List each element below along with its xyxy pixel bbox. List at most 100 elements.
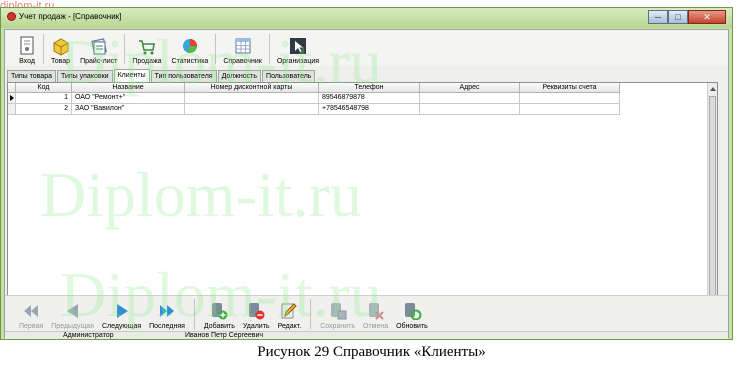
prev-record-label: Предыдущая (51, 323, 94, 330)
cursor-icon (289, 38, 306, 54)
toolbar-login-button[interactable]: Вход (13, 32, 41, 66)
toolbar-separator (215, 34, 217, 64)
scroll-thumb[interactable] (709, 96, 716, 296)
prev-record-icon (66, 304, 78, 318)
cancel-record-label: Отмена (362, 323, 389, 330)
tab-package-types[interactable]: Типы упаковки (57, 70, 113, 82)
close-button[interactable]: ✕ (688, 10, 726, 24)
minimize-button[interactable]: ─ (648, 10, 668, 24)
column-header[interactable]: Телефон (319, 83, 420, 93)
toolbar-organization-button[interactable]: Организация (272, 32, 324, 66)
next-record-button[interactable]: Следующая (98, 297, 145, 331)
clients-grid[interactable]: Код Название Номер дисконтной карты Теле… (7, 82, 718, 307)
add-record-button[interactable]: Добавить (200, 297, 239, 331)
first-record-button[interactable]: Первая (15, 297, 47, 331)
cart-icon (138, 40, 155, 55)
toolbar-sale-button[interactable]: Продажа (127, 32, 166, 66)
refresh-button[interactable]: Обновить (392, 297, 432, 331)
column-header[interactable]: Код (16, 83, 72, 93)
scroll-up-icon[interactable] (710, 87, 716, 91)
toolbar-separator (268, 34, 270, 64)
edit-record-label: Редакт. (277, 323, 302, 330)
toolbar-organization-label: Организация (276, 58, 320, 65)
toolbar-product-label: Товар (51, 58, 71, 65)
cell-code[interactable]: 1 (16, 93, 72, 104)
window-controls: ─ □ ✕ (648, 10, 726, 24)
cell-code[interactable]: 2 (16, 104, 72, 115)
cell-phone[interactable]: 89546879878 (319, 93, 420, 104)
tab-clients[interactable]: Клиенты (113, 69, 150, 82)
price-list-icon (90, 38, 107, 55)
last-record-button[interactable]: Последняя (145, 297, 189, 331)
maximize-button[interactable]: □ (668, 10, 688, 24)
pie-chart-icon (182, 39, 197, 53)
navigator-separator (310, 299, 312, 329)
cell-name[interactable]: ОАО "Ремонт+" (72, 93, 185, 104)
toolbar-price-list-button[interactable]: Прайс-лист (75, 32, 122, 66)
table-row[interactable]: 2 ЗАО "Вавилон" +78546548798 (8, 104, 620, 115)
cell-account[interactable] (520, 93, 620, 104)
table-row[interactable]: 1 ОАО "Ремонт+" 89546879878 (8, 93, 620, 104)
record-navigator: Первая Предыдущая Следующая Последняя До… (5, 295, 728, 331)
directory-tabs: Типы товара Типы упаковки Клиенты Тип по… (7, 69, 316, 82)
column-header[interactable]: Адрес (420, 83, 520, 93)
main-toolbar: Вход Товар Прайс-лист Продажа Статистика (5, 30, 728, 66)
toolbar-price-list-label: Прайс-лист (80, 58, 118, 65)
tab-user[interactable]: Пользователь (262, 70, 316, 82)
first-record-icon (24, 305, 39, 317)
status-role: Администратор (63, 332, 114, 339)
save-record-button[interactable]: Сохранить (316, 297, 359, 331)
add-record-icon (212, 303, 228, 320)
status-bar: Администратор Иванов Петр Сергеевич (5, 331, 728, 339)
table-icon (235, 38, 251, 54)
toolbar-statistics-button[interactable]: Статистика (167, 32, 214, 66)
row-pointer-icon (10, 95, 14, 101)
toolbar-sale-label: Продажа (132, 58, 162, 65)
toolbar-separator (124, 34, 126, 64)
add-record-label: Добавить (203, 323, 235, 330)
cancel-record-button[interactable]: Отмена (359, 297, 392, 331)
edit-record-button[interactable]: Редакт. (274, 297, 306, 331)
box-icon (53, 38, 69, 56)
delete-record-label: Удалить (242, 323, 270, 330)
tab-product-types[interactable]: Типы товара (7, 70, 56, 82)
grid-vertical-scrollbar[interactable] (707, 83, 717, 306)
refresh-label: Обновить (396, 323, 428, 330)
first-record-label: Первая (19, 323, 44, 330)
toolbar-separator (43, 34, 44, 64)
last-record-label: Последняя (149, 323, 185, 330)
current-row-indicator (8, 93, 16, 104)
toolbar-directory-button[interactable]: Справочник (218, 32, 267, 66)
column-header[interactable]: Номер дисконтной карты (185, 83, 319, 93)
app-window: Учет продаж - [Справочник] ─ □ ✕ Вход То… (0, 7, 733, 340)
window-title: Учет продаж - [Справочник] (19, 12, 122, 21)
delete-record-button[interactable]: Удалить (239, 297, 274, 331)
cell-phone[interactable]: +78546548798 (319, 104, 420, 115)
cell-name[interactable]: ЗАО "Вавилон" (72, 104, 185, 115)
row-indicator (8, 104, 16, 115)
cell-address[interactable] (420, 104, 520, 115)
cancel-record-icon (368, 303, 384, 320)
save-record-label: Сохранить (320, 323, 355, 330)
header-indicator (8, 83, 16, 93)
column-header[interactable]: Реквизиты счета (520, 83, 620, 93)
toolbar-directory-label: Справочник (223, 58, 262, 65)
title-bar: Учет продаж - [Справочник] ─ □ ✕ (1, 8, 732, 28)
prev-record-button[interactable]: Предыдущая (47, 297, 98, 331)
refresh-icon (404, 303, 422, 320)
next-record-icon (116, 304, 128, 318)
login-icon (20, 36, 34, 55)
status-user: Иванов Петр Сергеевич (185, 332, 264, 339)
toolbar-product-button[interactable]: Товар (46, 32, 75, 66)
cell-card[interactable] (185, 104, 319, 115)
cell-account[interactable] (520, 104, 620, 115)
delete-record-icon (249, 303, 265, 320)
save-record-icon (330, 303, 347, 320)
tab-position[interactable]: Должность (217, 70, 262, 82)
tab-user-type[interactable]: Тип пользователя (150, 70, 217, 82)
last-record-icon (160, 305, 175, 317)
column-header[interactable]: Название (72, 83, 185, 93)
app-icon (7, 12, 16, 21)
cell-card[interactable] (185, 93, 319, 104)
cell-address[interactable] (420, 93, 520, 104)
